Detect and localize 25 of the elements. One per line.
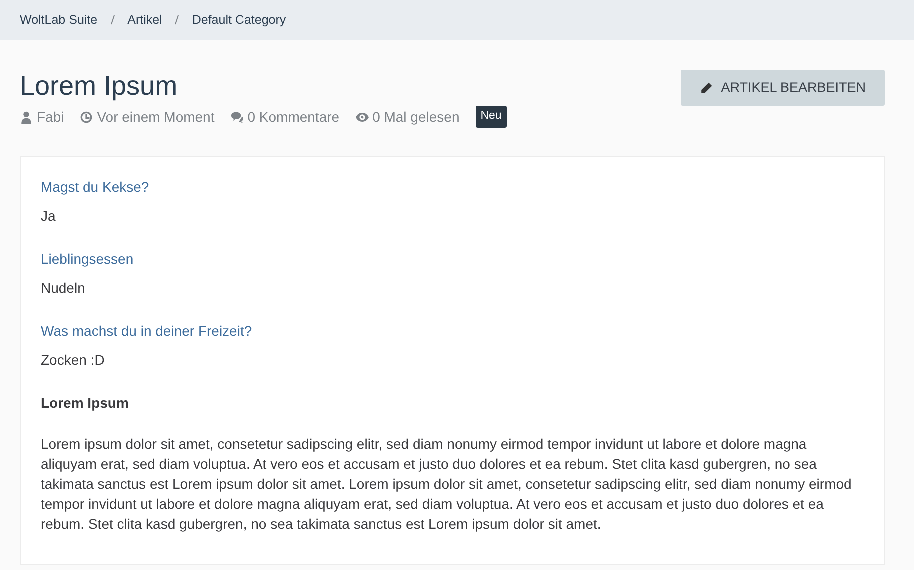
field-value: Zocken :D — [41, 350, 106, 370]
meta-text: Fabi — [37, 108, 64, 127]
content-paragraph: Lorem ipsum dolor sit amet, consetetur sadipscing elitr, sed diam nonumy eirmod tempor invidunt ut labore et dolore magna aliquyam erat, sed diam voluptua. At vero eos et accusam et justo duo dolores et ea rebum. Stet clita kasd gubergren, no sea takimata sanctus est Lorem ipsum dolor sit amet. Lorem ipsum dolor sit amet, consetetur sadipscing elitr, sed diam nonumy eirmod tempor invidunt ut labore et dolore magna aliquyam erat, sed diam voluptua. At vero eos et accusam et justo duo dolores et ea rebum. Stet clita kasd gubergren, no sea takimata sanctus est Lorem ipsum dolor sit amet. — [41, 434, 853, 534]
page-title: Lorem Ipsum — [20, 70, 179, 102]
field-label: Was machst du in deiner Freizeit? — [41, 322, 254, 341]
breadcrumb-link[interactable]: Artikel — [128, 10, 162, 30]
breadcrumb-link[interactable]: Default Category — [192, 10, 286, 30]
breadcrumb-separator — [110, 15, 115, 25]
meta-text: 0 Kommentare — [248, 108, 340, 127]
field-value: Nudeln — [41, 278, 86, 298]
field-label: Magst du Kekse? — [41, 178, 150, 197]
field-label: Lieblingsessen — [41, 250, 135, 269]
clock-icon — [80, 110, 94, 124]
pencil-icon — [700, 82, 714, 95]
breadcrumb-separator — [175, 15, 180, 25]
content-heading: Lorem Ipsum — [41, 394, 130, 413]
new-badge: Neu — [476, 106, 507, 128]
edit-article-button[interactable]: ARTIKEL BEARBEITEN — [681, 70, 885, 106]
eye-icon — [356, 110, 369, 124]
meta-text: 0 Mal gelesen — [372, 108, 460, 127]
user-icon — [20, 110, 33, 124]
comments-icon — [230, 110, 244, 124]
meta-text: Vor einem Moment — [97, 108, 215, 127]
field-value: Ja — [41, 206, 57, 226]
breadcrumb-link[interactable]: WoltLab Suite — [20, 10, 98, 30]
